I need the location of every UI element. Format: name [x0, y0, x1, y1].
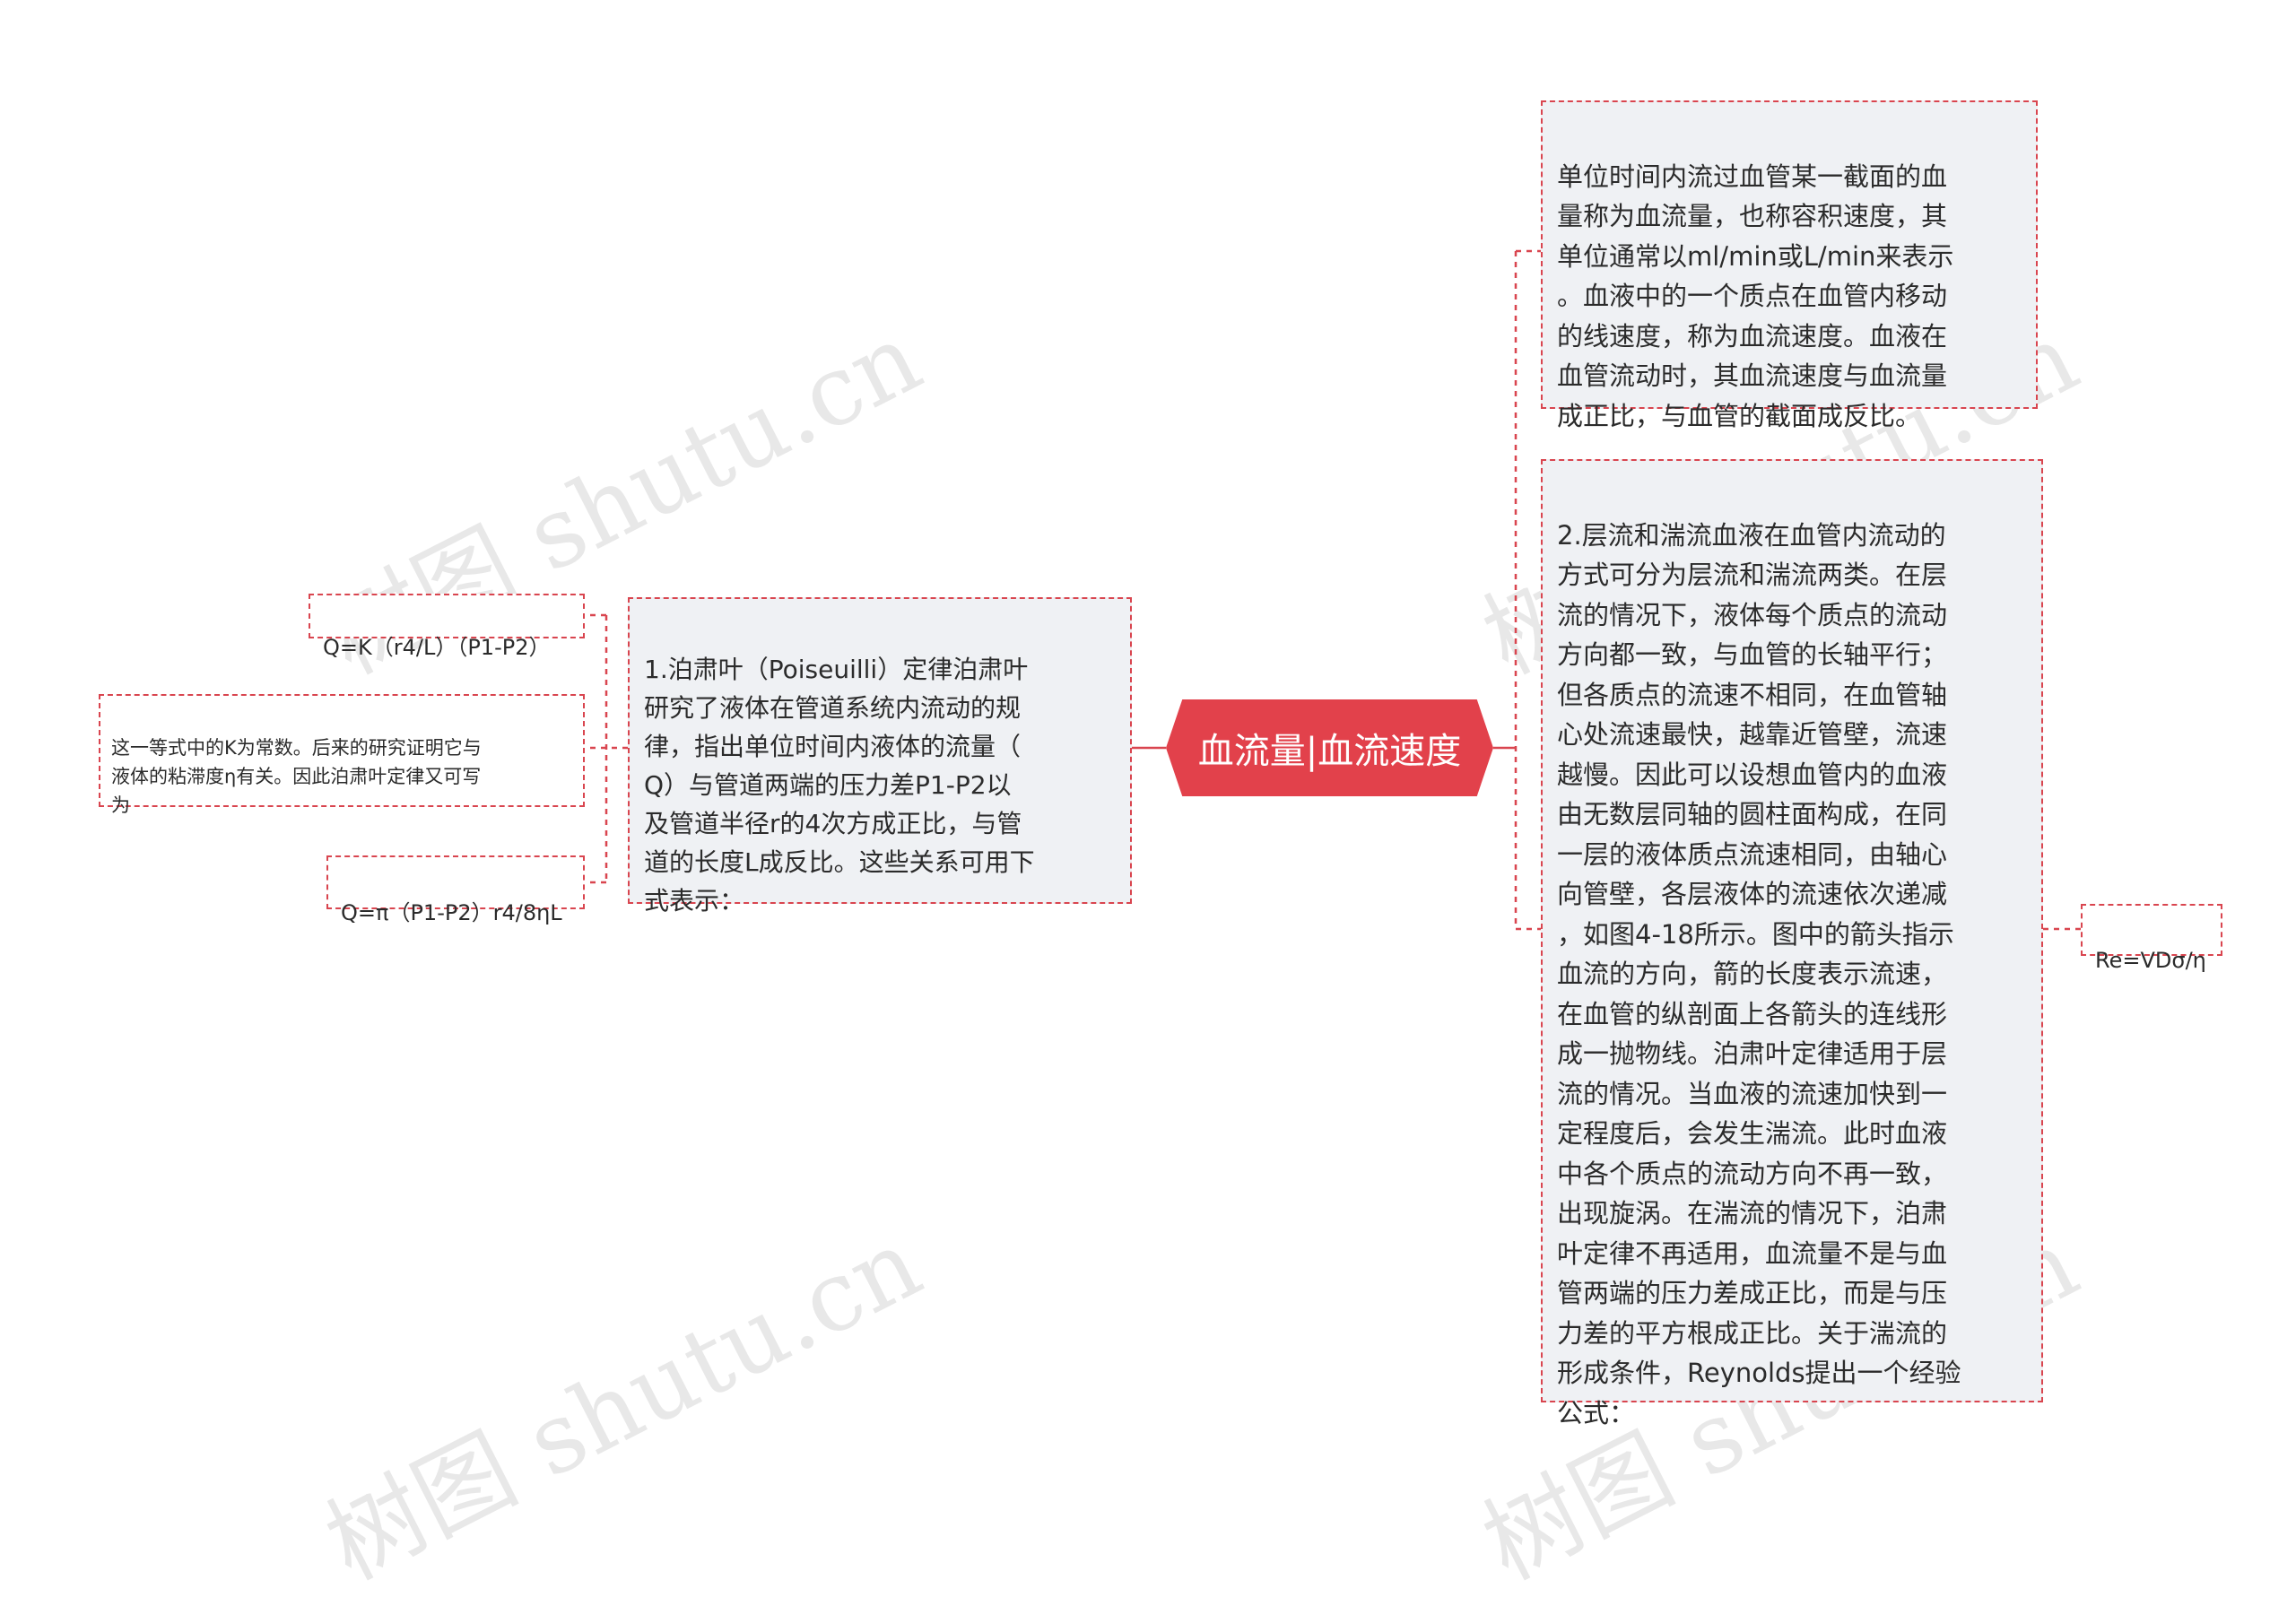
node-poiseuille-law[interactable]: 1.泊肃叶（Poiseuilli）定律泊肃叶 研究了液体在管道系统内流动的规 律… [628, 597, 1132, 916]
mindmap-canvas: 树图 shutu.cn 树图 shutu.cn 树图 shutu.cn 树图 s… [0, 0, 2296, 1602]
connector-left-children [585, 613, 628, 884]
node-formula-k[interactable]: Q=K（r4/L）（P1-P2） [309, 594, 585, 660]
root-label: 血流量|血流速度 [1197, 731, 1462, 772]
node-text: Q=K（r4/L）（P1-P2） [323, 635, 551, 660]
node-blood-flow-definition[interactable]: 单位时间内流过血管某一截面的血 量称为血流量，也称容积速度，其 单位通常以ml/… [1541, 100, 2038, 431]
connector-right-branch [1514, 249, 1541, 931]
node-text: 这一等式中的K为常数。后来的研究证明它与 液体的粘滞度η有关。因此泊肃叶定律又可… [111, 737, 482, 816]
node-text: 2.层流和湍流血液在血管内流动的 方式可分为层流和湍流两类。在层 流的情况下，液… [1557, 519, 1961, 1428]
root-node[interactable]: 血流量|血流速度 [1166, 699, 1493, 796]
node-k-constant-note[interactable]: 这一等式中的K为常数。后来的研究证明它与 液体的粘滞度η有关。因此泊肃叶定律又可… [99, 694, 585, 816]
node-text: 1.泊肃叶（Poiseuilli）定律泊肃叶 研究了液体在管道系统内流动的规 律… [644, 655, 1035, 916]
node-reynolds-formula[interactable]: Re=VDσ/η [2081, 904, 2222, 973]
node-formula-pi[interactable]: Q=π（P1-P2）r4/8ηL [326, 855, 585, 925]
node-text: Re=VDσ/η [2095, 948, 2206, 973]
node-laminar-turbulent[interactable]: 2.层流和湍流血液在血管内流动的 方式可分为层流和湍流两类。在层 流的情况下，液… [1541, 459, 2043, 1428]
node-text: Q=π（P1-P2）r4/8ηL [341, 900, 562, 925]
node-text: 单位时间内流过血管某一截面的血 量称为血流量，也称容积速度，其 单位通常以ml/… [1557, 161, 1954, 431]
